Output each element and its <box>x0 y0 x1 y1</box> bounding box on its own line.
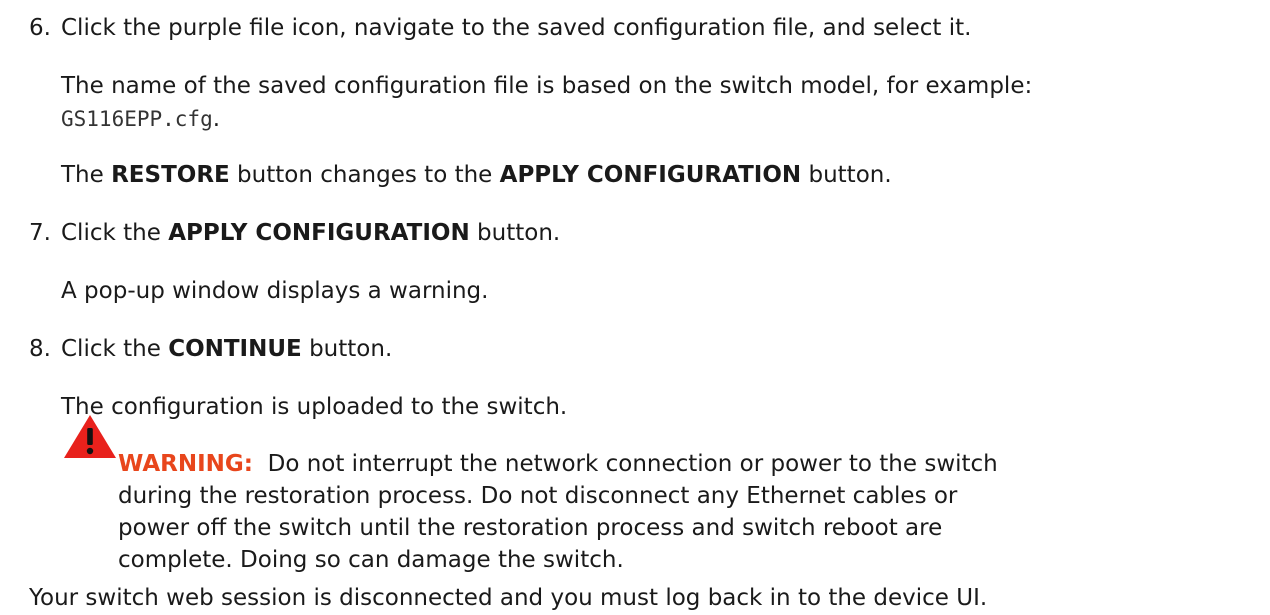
warning-triangle-icon <box>64 415 116 458</box>
filename-period: . <box>212 106 221 132</box>
warning-text: Do not interrupt the network connection … <box>267 451 998 477</box>
config-filename: GS116EPP.cfg <box>61 107 213 131</box>
apply-configuration-label: APPLY CONFIGURATION <box>499 162 802 188</box>
footer-text: Your switch web session is disconnected … <box>29 585 988 611</box>
warning-label: WARNING: <box>118 451 253 477</box>
warning-line-1: WARNING: Do not interrupt the network co… <box>118 449 998 479</box>
warning-line-2: during the restoration process. Do not d… <box>118 483 958 509</box>
step-8-instruction: Click the CONTINUE button. <box>61 334 392 364</box>
document-page: 6. Click the purple file icon, navigate … <box>0 0 1270 615</box>
step-7-number: 7. <box>29 220 51 246</box>
step-7-instruction: Click the APPLY CONFIGURATION button. <box>61 218 560 248</box>
step-8-result: The configuration is uploaded to the swi… <box>61 394 568 420</box>
result-text: button. <box>801 162 892 188</box>
step-8-number: 8. <box>29 336 51 362</box>
step-6-result: The RESTORE button changes to the APPLY … <box>61 160 892 190</box>
step-7-result: A pop-up window displays a warning. <box>61 278 489 304</box>
restore-label: RESTORE <box>111 162 230 188</box>
step-number: 6. <box>29 15 51 41</box>
step-6-instruction: Click the purple file icon, navigate to … <box>61 15 972 41</box>
warning-line-4: complete. Doing so can damage the switch… <box>118 547 624 573</box>
result-text: button changes to the <box>229 162 500 188</box>
warning-line-3: power off the switch until the restorati… <box>118 515 943 541</box>
apply-configuration-label: APPLY CONFIGURATION <box>168 220 470 246</box>
result-text: The <box>61 162 112 188</box>
instruction-text: Click the <box>61 220 169 246</box>
step-6-note: The name of the saved configuration file… <box>61 73 1033 99</box>
step-6-number: 6. <box>29 13 51 43</box>
instruction-text: button. <box>469 220 561 246</box>
instruction-text: button. <box>301 336 393 362</box>
step-6-filename: GS116EPP.cfg. <box>61 104 220 134</box>
instruction-text: Click the <box>61 336 169 362</box>
continue-label: CONTINUE <box>168 336 302 362</box>
